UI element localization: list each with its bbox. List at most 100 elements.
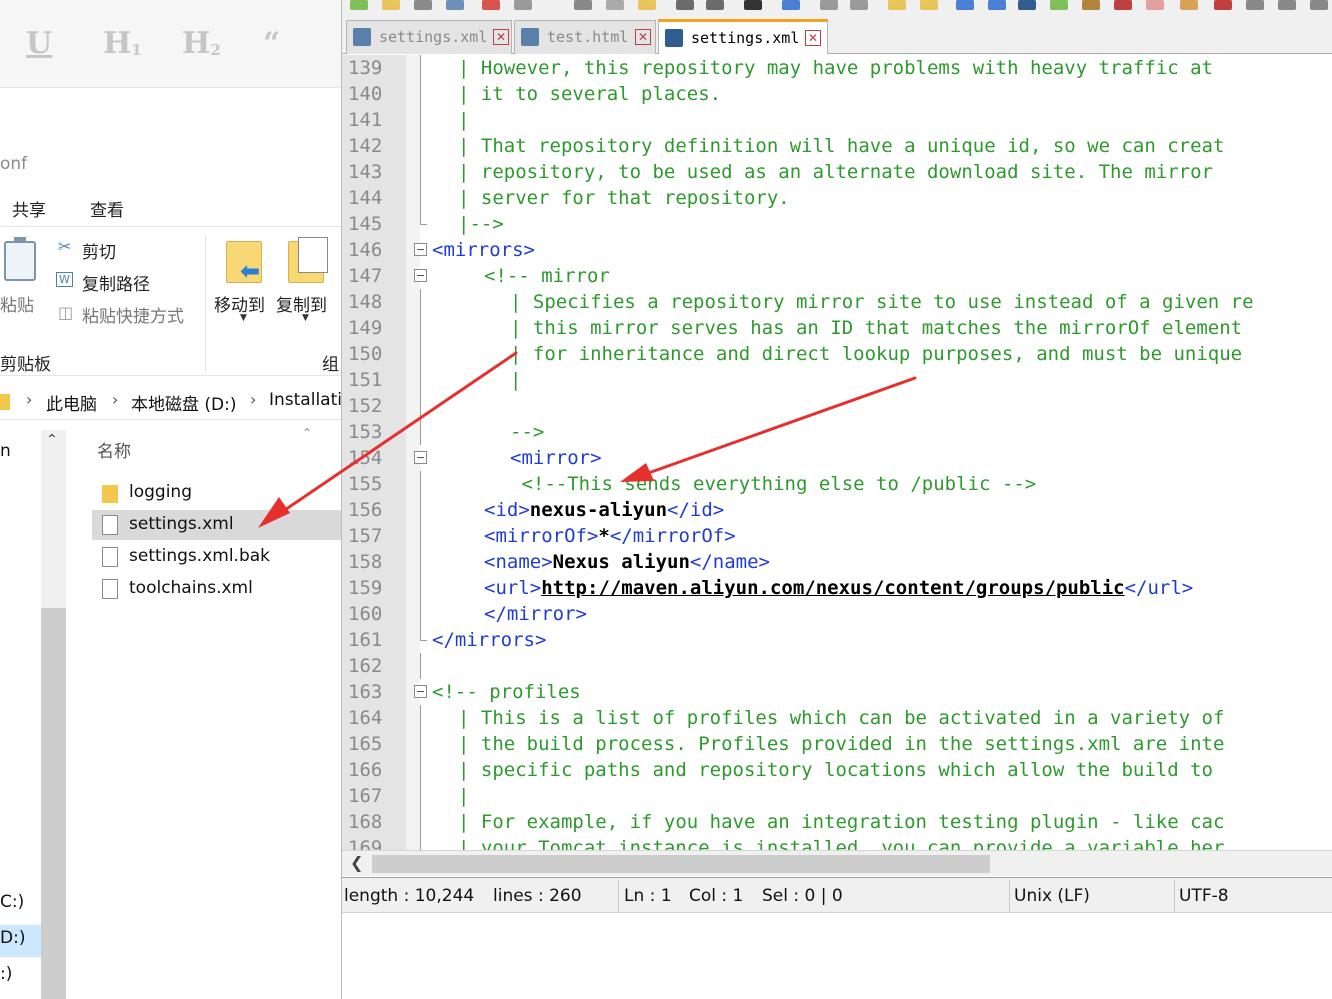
code-line[interactable]: 154 <mirror>	[342, 445, 1332, 471]
list-item[interactable]: logging	[92, 478, 341, 508]
code-line[interactable]: 140 | it to several places.	[342, 81, 1332, 107]
fold-toggle-icon[interactable]	[414, 451, 427, 464]
code-line[interactable]: 160 </mirror>	[342, 601, 1332, 627]
code-line[interactable]: 149 | this mirror serves has an ID that m…	[342, 315, 1332, 341]
new-file-icon[interactable]	[350, 0, 368, 10]
find-icon[interactable]	[744, 0, 762, 10]
fold-marker[interactable]	[414, 263, 428, 289]
print-icon[interactable]	[514, 0, 532, 10]
open-file-icon[interactable]	[382, 0, 400, 10]
fold-marker[interactable]	[414, 445, 428, 471]
list-item[interactable]: settings.xml.bak	[92, 542, 341, 572]
tab-settings-xml-active[interactable]: settings.xml ✕	[658, 19, 828, 54]
code-line[interactable]: 139 | However, this repository may have p…	[342, 55, 1332, 81]
status-eol[interactable]: Unix (LF)	[1014, 886, 1090, 906]
code-line[interactable]: 148 | Specifies a repository mirror site …	[342, 289, 1332, 315]
fold-marker[interactable]	[414, 679, 428, 705]
code-line[interactable]: 144 | server for that repository.	[342, 185, 1332, 211]
tab-view[interactable]: 查看	[90, 196, 124, 221]
nav-item-fragment[interactable]: n	[0, 441, 11, 461]
column-header-name[interactable]: 名称	[97, 437, 131, 462]
zoom-in-icon[interactable]	[820, 0, 838, 10]
code-line[interactable]: 164 | This is a list of profiles which ca…	[342, 705, 1332, 731]
code-line[interactable]: 158 <name>Nexus aliyun</name>	[342, 549, 1332, 575]
tab-share[interactable]: 共享	[12, 196, 46, 221]
heading2-button[interactable]: H2	[182, 26, 221, 61]
code-line[interactable]: 156 <id>nexus-aliyun</id>	[342, 497, 1332, 523]
chevron-right-icon[interactable]: ›	[250, 390, 256, 409]
cut-button[interactable]: 剪切	[82, 238, 116, 263]
tab-test-html[interactable]: test.html ✕	[514, 20, 656, 54]
scroll-left-icon[interactable]: ❮	[350, 853, 363, 872]
sort-chevron-icon[interactable]: ⌃	[302, 426, 312, 440]
lang-icon[interactable]	[1050, 0, 1068, 10]
folder-workspace-icon[interactable]	[1146, 0, 1164, 10]
chevron-up-icon[interactable]: ⌃	[46, 432, 58, 448]
show-all-icon[interactable]	[988, 0, 1006, 10]
code-line[interactable]: 155 <!--This sends everything else to /p…	[342, 471, 1332, 497]
clipboard-icon[interactable]	[4, 237, 36, 281]
function-list-icon[interactable]	[1114, 0, 1132, 10]
code-line[interactable]: 151 |	[342, 367, 1332, 393]
indent-guide-icon[interactable]	[1018, 0, 1036, 10]
underline-button[interactable]: U	[26, 26, 52, 61]
horizontal-scrollbar-thumb[interactable]	[372, 855, 990, 873]
fold-toggle-icon[interactable]	[414, 243, 427, 256]
code-line[interactable]: 146 <mirrors>	[342, 237, 1332, 263]
heading1-button[interactable]: H1	[103, 26, 142, 61]
close-tab-icon[interactable]: ✕	[805, 30, 821, 46]
list-item[interactable]: toolchains.xml	[92, 574, 341, 604]
zoom-out-icon[interactable]	[850, 0, 868, 10]
code-line[interactable]: 169 | your Tomcat instance is installed, …	[342, 835, 1332, 850]
code-line[interactable]: 142 | That repository definition will hav…	[342, 133, 1332, 159]
breadcrumb-this-pc[interactable]: 此电脑	[46, 390, 97, 415]
nav-scrollbar-thumb[interactable]	[41, 608, 66, 999]
status-encoding[interactable]: UTF-8	[1179, 886, 1229, 906]
code-line[interactable]: 141 |	[342, 107, 1332, 133]
nav-item-drive-other[interactable]: :)	[0, 964, 12, 984]
fold-toggle-icon[interactable]	[414, 269, 427, 282]
code-line[interactable]: 150 | for inheritance and direct lookup p…	[342, 341, 1332, 367]
code-line[interactable]: 168 | For example, if you have an integra…	[342, 809, 1332, 835]
code-line[interactable]: 143 | repository, to be used as an altern…	[342, 159, 1332, 185]
code-line[interactable]: 153 -->	[342, 419, 1332, 445]
code-line[interactable]: 162	[342, 653, 1332, 679]
nav-item-drive-c[interactable]: C:)	[0, 892, 24, 912]
chevron-right-icon[interactable]: ›	[26, 390, 32, 409]
fold-toggle-icon[interactable]	[414, 685, 427, 698]
save-macro-icon[interactable]	[1310, 0, 1328, 10]
save-icon[interactable]	[414, 0, 432, 10]
monitor-icon[interactable]	[1180, 0, 1198, 10]
code-line[interactable]: 159 <url>http://maven.aliyun.com/nexus/co…	[342, 575, 1332, 601]
sync-h-icon[interactable]	[920, 0, 938, 10]
code-editor[interactable]: 139 | However, this repository may have p…	[342, 55, 1332, 850]
play-macro-icon[interactable]	[1278, 0, 1296, 10]
paste-icon[interactable]	[638, 0, 656, 10]
nav-item-drive-d[interactable]: D:)	[0, 925, 41, 957]
fold-marker[interactable]	[414, 237, 428, 263]
breadcrumb[interactable]: › 此电脑 › 本地磁盘 (D:) › Installati	[0, 384, 341, 420]
code-line[interactable]: 147 <!-- mirror	[342, 263, 1332, 289]
breadcrumb-drive-d[interactable]: 本地磁盘 (D:)	[131, 390, 237, 415]
move-to-dropdown-icon[interactable]: ▼	[240, 313, 247, 323]
save-all-icon[interactable]	[446, 0, 464, 10]
close-icon[interactable]	[482, 0, 500, 10]
code-line[interactable]: 145 |-->	[342, 211, 1332, 237]
record-macro-icon[interactable]	[1214, 0, 1232, 10]
copy-to-dropdown-icon[interactable]: ▼	[302, 313, 309, 323]
paste-button[interactable]: 粘贴	[0, 291, 34, 316]
close-tab-icon[interactable]: ✕	[635, 29, 651, 45]
undo-icon[interactable]	[676, 0, 694, 10]
tab-settings-xml-1[interactable]: settings.xml ✕	[346, 20, 512, 54]
chevron-right-icon[interactable]: ›	[112, 390, 118, 409]
copy-path-button[interactable]: 复制路径	[82, 270, 150, 295]
close-tab-icon[interactable]: ✕	[493, 29, 509, 45]
code-line[interactable]: 152	[342, 393, 1332, 419]
code-line[interactable]: 163 <!-- profiles	[342, 679, 1332, 705]
horizontal-scrollbar[interactable]: ❮	[342, 850, 1332, 876]
replace-icon[interactable]	[782, 0, 800, 10]
list-item[interactable]: settings.xml	[92, 510, 341, 540]
paste-shortcut-button[interactable]: 粘贴快捷方式	[82, 302, 184, 327]
code-line[interactable]: 167 |	[342, 783, 1332, 809]
breadcrumb-installation[interactable]: Installati	[269, 390, 341, 410]
